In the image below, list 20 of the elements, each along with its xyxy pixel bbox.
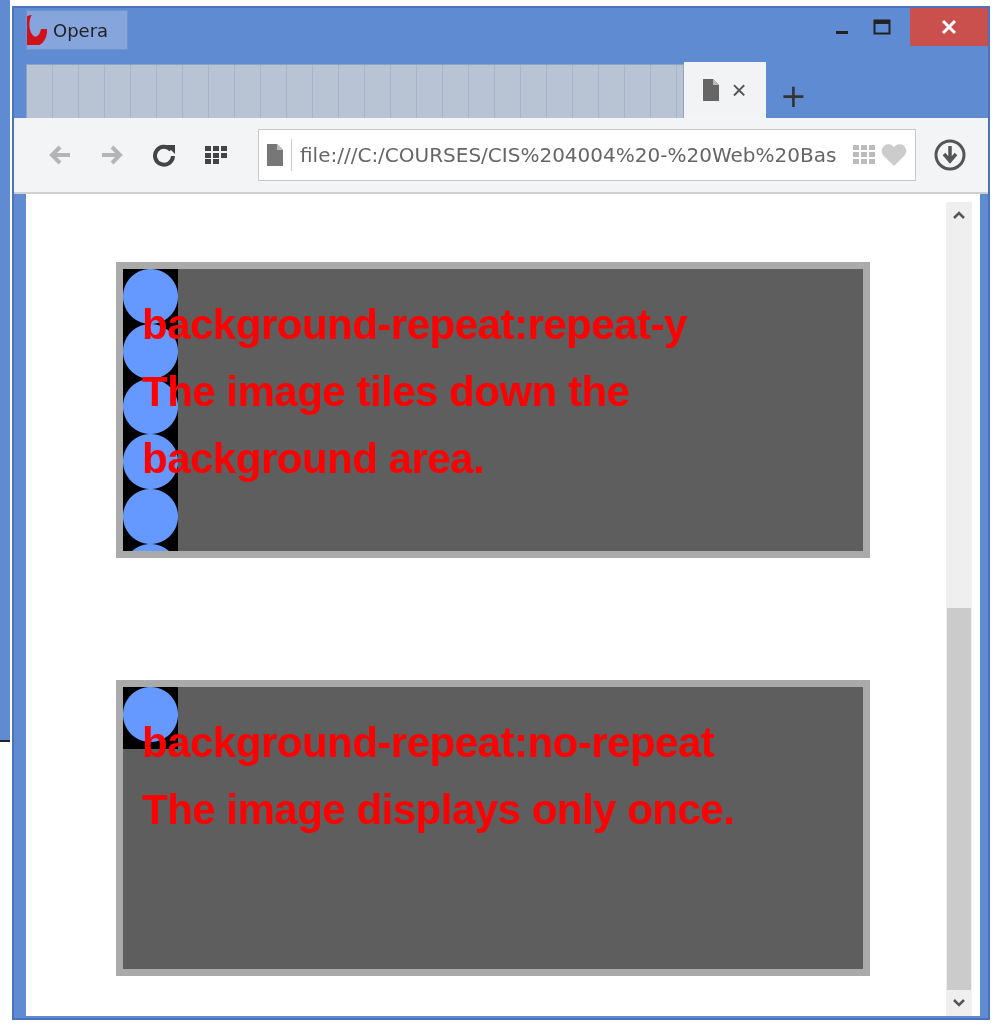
maximize-icon: [873, 19, 891, 35]
browser-tab[interactable]: ×: [684, 62, 766, 118]
close-button[interactable]: [910, 8, 988, 46]
close-icon: [941, 19, 957, 35]
opera-logo-icon: [27, 15, 47, 45]
scrollbar[interactable]: [946, 202, 972, 1016]
example-description: The image displays only once.: [142, 785, 736, 835]
scroll-down-icon[interactable]: [952, 998, 966, 1008]
page-icon: [267, 144, 283, 166]
minimize-icon: [836, 30, 848, 34]
page-icon: [703, 79, 720, 101]
example-heading: background-repeat:no-repeat: [142, 718, 716, 768]
reload-icon: [152, 143, 176, 167]
new-tab-button[interactable]: +: [780, 80, 807, 112]
scroll-up-icon[interactable]: [952, 210, 966, 220]
grid-icon: [205, 146, 227, 164]
download-icon: [934, 139, 966, 171]
opera-menu-button[interactable]: Opera: [26, 10, 128, 50]
tab-close-button[interactable]: ×: [731, 77, 747, 103]
app-title: Opera: [53, 19, 109, 41]
